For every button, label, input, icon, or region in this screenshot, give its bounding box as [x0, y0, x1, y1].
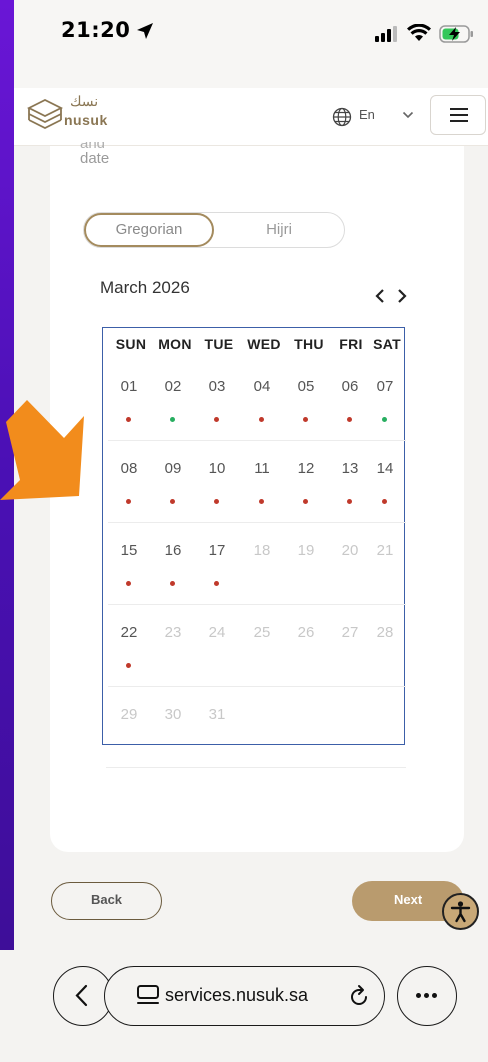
calendar-day[interactable]: 11 — [240, 460, 284, 477]
availability-dot — [259, 417, 264, 422]
chevron-down-icon[interactable] — [402, 111, 414, 119]
weekday-header: SAT — [373, 336, 401, 352]
calendar-day: 21 — [376, 542, 394, 559]
calendar-day[interactable]: 07 — [363, 378, 407, 395]
calendar-day[interactable]: 01 — [107, 378, 151, 395]
section-label: and date — [80, 142, 140, 168]
availability-dot — [170, 417, 175, 422]
availability-dot — [126, 499, 131, 504]
calendar-day: 29 — [120, 706, 138, 723]
globe-icon[interactable] — [332, 107, 352, 127]
calendar-day: 26 — [297, 624, 315, 641]
divider — [106, 767, 406, 768]
more-dots-icon — [416, 993, 437, 998]
nusuk-logo-icon — [26, 98, 64, 130]
chevron-left-icon — [75, 984, 88, 1007]
availability-dot — [382, 417, 387, 422]
calendar-day[interactable]: 08 — [107, 460, 151, 477]
language-selector[interactable]: En — [359, 107, 375, 122]
chevron-left-icon[interactable] — [374, 288, 386, 304]
url-text: services.nusuk.sa — [165, 985, 309, 1005]
availability-dot — [214, 417, 219, 422]
availability-dot — [347, 417, 352, 422]
battery-charging-icon — [439, 25, 473, 43]
availability-dot — [214, 499, 219, 504]
calendar-day: 28 — [376, 624, 394, 641]
accessibility-icon — [450, 901, 471, 923]
cellular-signal-icon — [375, 26, 397, 42]
calendar-day[interactable]: 12 — [284, 460, 328, 477]
weekday-header: THU — [294, 336, 324, 352]
calendar-day[interactable]: 03 — [195, 378, 239, 395]
availability-dot — [382, 499, 387, 504]
week-divider — [108, 686, 406, 687]
browser-more-button[interactable] — [397, 966, 457, 1026]
wifi-icon — [407, 24, 431, 41]
weekday-header: SUN — [115, 336, 147, 352]
week-divider — [108, 440, 406, 441]
week-divider — [108, 604, 406, 605]
calendar-day[interactable]: 22 — [107, 624, 151, 641]
calendar-day: 18 — [253, 542, 271, 559]
calendar-day[interactable]: 15 — [107, 542, 151, 559]
section-label-date: date — [80, 150, 110, 167]
back-button[interactable]: Back — [51, 882, 162, 920]
availability-dot — [170, 499, 175, 504]
weekday-header: WED — [247, 336, 281, 352]
status-time: 21:20 — [61, 18, 131, 42]
tab-page-icon — [137, 985, 159, 1004]
reload-icon[interactable] — [347, 984, 371, 1008]
availability-dot — [303, 417, 308, 422]
calendar-day: 30 — [164, 706, 182, 723]
calendar-day[interactable]: 16 — [151, 542, 195, 559]
availability-dot — [347, 499, 352, 504]
calendar-day: 19 — [297, 542, 315, 559]
location-arrow-icon — [137, 23, 153, 39]
availability-dot — [126, 417, 131, 422]
accessibility-button[interactable] — [442, 893, 479, 930]
gregorian-option[interactable]: Gregorian — [84, 213, 214, 247]
calendar-day: 25 — [253, 624, 271, 641]
calendar-grid: SUN MON TUE WED THU FRI SAT 01 02 03 04 05 06 07 08 09 1… — [102, 327, 407, 745]
calendar-day[interactable]: 10 — [195, 460, 239, 477]
calendar-day: 31 — [208, 706, 226, 723]
annotation-arrow-icon — [0, 400, 84, 500]
availability-dot — [126, 581, 131, 586]
calendar-type-toggle: Gregorian Hijri — [83, 212, 345, 248]
section-label-cut: and — [80, 142, 140, 150]
menu-bar-icon — [450, 108, 468, 110]
availability-dot — [303, 499, 308, 504]
weekday-header: TUE — [204, 336, 234, 352]
chevron-right-icon[interactable] — [396, 288, 408, 304]
calendar-day[interactable]: 17 — [195, 542, 239, 559]
availability-dot — [214, 581, 219, 586]
calendar-day[interactable]: 05 — [284, 378, 328, 395]
hijri-option[interactable]: Hijri — [214, 213, 344, 247]
calendar-day[interactable]: 02 — [151, 378, 195, 395]
calendar-day: 23 — [164, 624, 182, 641]
menu-bar-icon — [450, 114, 468, 116]
availability-dot — [126, 663, 131, 668]
status-bar: 21:20 — [14, 0, 488, 88]
menu-bar-icon — [450, 120, 468, 122]
logo-arabic-text: نسك — [70, 94, 99, 110]
calendar-day[interactable]: 09 — [151, 460, 195, 477]
weekday-header: MON — [158, 336, 192, 352]
calendar-day[interactable]: 04 — [240, 378, 284, 395]
availability-dot — [259, 499, 264, 504]
month-title: March 2026 — [100, 278, 190, 297]
week-divider — [108, 522, 406, 523]
calendar-day: 24 — [208, 624, 226, 641]
hamburger-menu-button[interactable] — [430, 95, 486, 135]
calendar-day[interactable]: 14 — [363, 460, 407, 477]
site-header: نسك nusuk En — [14, 88, 488, 146]
availability-dot — [170, 581, 175, 586]
logo-text: nusuk — [64, 112, 108, 128]
